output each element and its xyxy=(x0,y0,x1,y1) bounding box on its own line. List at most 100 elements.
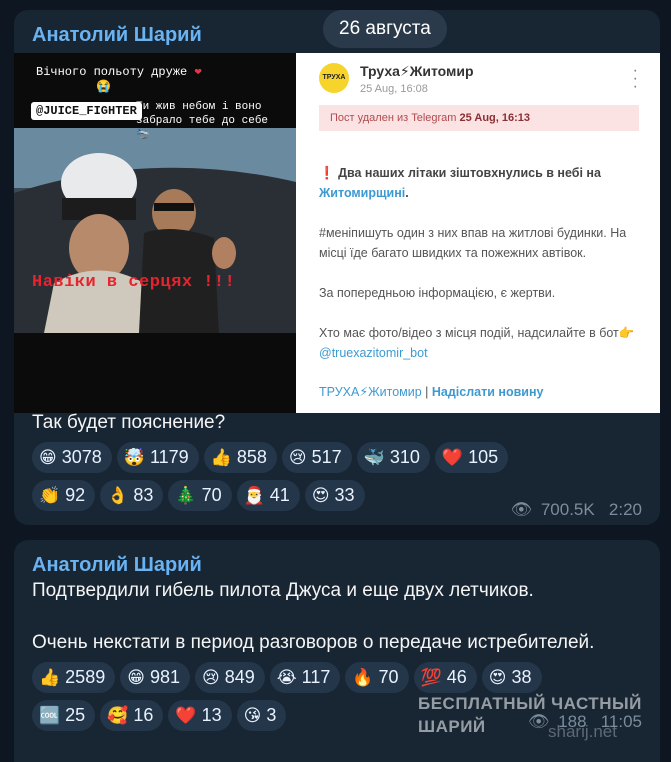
reaction-chip[interactable]: 🎅 41 xyxy=(236,480,300,511)
headline-link: Житомирщині xyxy=(319,186,406,200)
author-name[interactable]: Анатолий Шарий xyxy=(32,24,202,47)
heart-emoji-icon: ❤️ xyxy=(441,447,464,467)
ok-hand-emoji-icon: 👌 xyxy=(107,485,129,505)
message-caption: Так будет пояснение? xyxy=(32,412,226,433)
deleted-date: 25 Aug, 16:13 xyxy=(459,112,531,124)
headline-end: . xyxy=(405,186,409,200)
reaction-count: 70 xyxy=(201,485,222,505)
view-count: 700.5K xyxy=(540,500,595,519)
reaction-chip[interactable]: 😍 33 xyxy=(304,480,365,511)
santa-emoji-icon: 🎅 xyxy=(243,485,265,505)
reaction-chip[interactable]: 🔥 70 xyxy=(345,662,409,693)
photo-caption-top: Вічного польоту друже ❤ 😭 xyxy=(36,65,202,95)
message-text-line2: Очень некстати в период разговоров о пер… xyxy=(32,632,595,653)
photo-caption-line2: Ти жив небом і воно забрало тебе до себе… xyxy=(136,101,269,141)
reaction-count: 38 xyxy=(511,667,532,687)
tree-emoji-icon: 🎄 xyxy=(175,485,197,505)
watermark-site: sharij.net xyxy=(548,722,617,741)
author-name[interactable]: Анатолий Шарий xyxy=(32,554,202,577)
reaction-chip[interactable]: 😢 517 xyxy=(281,442,352,473)
telegram-screenshot[interactable]: ТРУХА Труха⚡Житомир 25 Aug, 16:08 · · · По… xyxy=(296,53,660,413)
reaction-chip[interactable]: 💯 46 xyxy=(413,662,477,693)
reaction-count: 2589 xyxy=(65,667,106,687)
hundred-emoji-icon: 💯 xyxy=(420,667,442,687)
reaction-chip[interactable]: 😁 3078 xyxy=(32,442,112,473)
reaction-chip[interactable]: 😍 38 xyxy=(481,662,542,693)
footer-send-news-link: Надіслати новину xyxy=(431,385,544,399)
reactions-row: 👏 92 👌 83 🎄 70 🎅 41 😍 33 xyxy=(32,480,370,511)
reaction-count: 117 xyxy=(301,667,331,687)
reaction-count: 33 xyxy=(334,485,355,505)
reaction-chip[interactable]: 🎄 70 xyxy=(168,480,232,511)
thumbs-up-emoji-icon: 👍 xyxy=(210,447,232,467)
card-paragraph-2: #меніпишуть один з них впав на житлові б… xyxy=(319,226,627,260)
reactions-row: 😁 3078 🤯 1179 👍 858 😢 517 🐳 310 ❤️ 105 xyxy=(32,442,513,473)
reactions-row: 👍 2589 😁 981 😢 849 😭 117 🔥 70 💯 46 😍 38 xyxy=(32,662,547,693)
watermark-line1: БЕСПЛАТНЫЙ ЧАСТНЫЙ xyxy=(418,694,642,713)
crying-emoji-icon: 😭 xyxy=(96,80,111,94)
more-options-icon: · · · xyxy=(632,62,638,95)
reaction-chip[interactable]: 😘 3 xyxy=(236,700,287,731)
card-paragraph-4: Хто має фото/відео з місця подій, надсил… xyxy=(319,323,644,363)
reaction-count: 13 xyxy=(201,705,222,725)
message-bubble[interactable]: Анатолий Шарий Вічного польоту друже ❤ 😭… xyxy=(14,10,660,525)
card-footer: ТРУХА⚡Житомир | Надіслати новину xyxy=(319,382,644,402)
reaction-chip[interactable]: 🐳 310 xyxy=(356,442,430,473)
deleted-notice: Пост удален из Telegram 25 Aug, 16:13 xyxy=(319,105,639,131)
photo-caption-line1: Вічного польоту друже xyxy=(36,65,188,79)
reaction-count: 83 xyxy=(133,485,154,505)
reactions-row: 🆒 25 🥰 16 ❤️ 13 😘 3 xyxy=(32,700,291,731)
reaction-chip[interactable]: 👏 92 xyxy=(32,480,96,511)
reaction-count: 3078 xyxy=(61,447,102,467)
sobbing-emoji-icon: 😭 xyxy=(276,667,297,687)
mind-blown-emoji-icon: 🤯 xyxy=(123,447,145,467)
crying-emoji-icon: 😢 xyxy=(202,667,220,687)
card-paragraph-4-text: Хто має фото/відео з місця подій, надсил… xyxy=(319,326,635,340)
message-text-line1: Подтвердили гибель пилота Джуса и еще дв… xyxy=(32,580,534,601)
message-meta: 👁 700.5K 2:20 xyxy=(511,500,642,520)
reaction-chip[interactable]: 😢 849 xyxy=(195,662,265,693)
reaction-chip[interactable]: 👍 2589 xyxy=(32,662,116,693)
date-separator: 26 августа xyxy=(323,10,447,48)
heart-emoji-icon: ❤️ xyxy=(175,705,197,725)
reaction-count: 310 xyxy=(389,447,420,467)
reaction-chip[interactable]: 🆒 25 xyxy=(32,700,96,731)
reaction-count: 70 xyxy=(378,667,399,687)
heart-icon: ❤ xyxy=(194,65,202,79)
reaction-count: 46 xyxy=(446,667,467,687)
reaction-count: 981 xyxy=(149,667,180,687)
channel-name: Труха⚡Житомир xyxy=(360,63,474,79)
reaction-count: 517 xyxy=(311,447,342,467)
message-time: 2:20 xyxy=(608,500,642,519)
clap-emoji-icon: 👏 xyxy=(39,485,61,505)
reaction-chip[interactable]: 🥰 16 xyxy=(100,700,164,731)
reaction-count: 41 xyxy=(269,485,290,505)
photo-memorial[interactable]: Вічного польоту друже ❤ 😭 @JUICE_FIGHTER… xyxy=(14,53,300,413)
user-tag: @JUICE_FIGHTER xyxy=(31,102,142,120)
thumbs-up-emoji-icon: 👍 xyxy=(39,667,61,687)
grin-emoji-icon: 😁 xyxy=(39,447,57,467)
reaction-chip[interactable]: 👌 83 xyxy=(100,480,164,511)
post-time: 25 Aug, 16:08 xyxy=(360,83,428,95)
alert-icon: ❗ xyxy=(319,166,335,180)
reaction-chip[interactable]: 👍 858 xyxy=(203,442,277,473)
crying-emoji-icon: 😢 xyxy=(288,447,307,467)
smiling-hearts-emoji-icon: 🥰 xyxy=(107,705,129,725)
reaction-count: 92 xyxy=(65,485,86,505)
reaction-chip[interactable]: ❤️ 13 xyxy=(168,700,232,731)
deleted-label: Пост удален из Telegram xyxy=(330,112,457,124)
reaction-count: 25 xyxy=(65,705,86,725)
eye-icon: 👁 xyxy=(510,500,533,519)
reaction-chip[interactable]: 😁 981 xyxy=(120,662,190,693)
fire-emoji-icon: 🔥 xyxy=(352,667,374,687)
reaction-count: 105 xyxy=(468,447,499,467)
reaction-chip[interactable]: 🤯 1179 xyxy=(116,442,199,473)
channel-avatar: ТРУХА xyxy=(319,63,349,93)
reaction-chip[interactable]: 😭 117 xyxy=(269,662,341,693)
card-headline: ❗ Два наших літаки зіштовхнулись в небі … xyxy=(319,163,644,203)
grin-emoji-icon: 😁 xyxy=(127,667,145,687)
cool-emoji-icon: 🆒 xyxy=(39,705,61,725)
footer-separator: | xyxy=(421,385,432,399)
reaction-chip[interactable]: ❤️ 105 xyxy=(434,442,509,473)
reaction-count: 858 xyxy=(236,447,267,467)
